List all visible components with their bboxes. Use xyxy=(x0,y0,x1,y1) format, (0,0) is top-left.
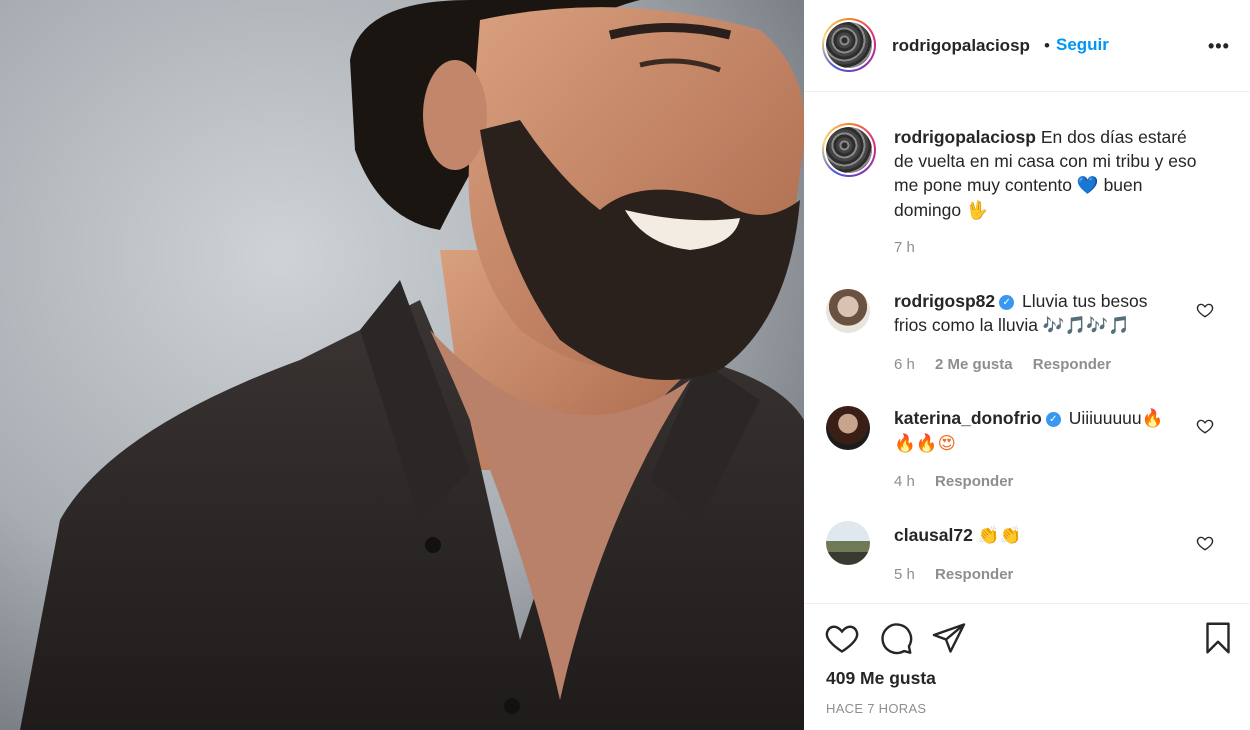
post-photo xyxy=(0,0,804,730)
portrait-illustration xyxy=(0,0,804,730)
comment-avatar[interactable] xyxy=(826,521,870,565)
post-actions: 409 Me gusta HACE 7 HORAS xyxy=(804,603,1250,730)
comment-text: Uiiiuuuuu xyxy=(1068,408,1142,428)
header-separator: • xyxy=(1044,36,1050,55)
post-timestamp[interactable]: HACE 7 HORAS xyxy=(826,701,926,716)
comment-time[interactable]: 6 h xyxy=(894,356,915,373)
reply-button[interactable]: Responder xyxy=(935,566,1013,583)
more-dots-icon[interactable]: ••• xyxy=(1208,36,1230,57)
comment-avatar[interactable] xyxy=(826,289,870,333)
comment-item: rodrigosp82 ✓ Lluvia tus besos frios como… xyxy=(894,289,1184,338)
comment-item: katerina_donofrio ✓ Uiiiuuuuu🔥🔥🔥😍 xyxy=(894,406,1184,456)
verified-badge-icon: ✓ xyxy=(999,295,1015,310)
post-header: rodrigopalaciosp • Seguir ••• xyxy=(804,0,1250,92)
caption-time[interactable]: 7 h xyxy=(894,239,915,256)
post-caption: rodrigopalaciosp En dos días estaré de v… xyxy=(894,125,1204,223)
caption-author-avatar[interactable] xyxy=(822,123,876,177)
comment-icon[interactable] xyxy=(878,620,914,656)
comments-list[interactable]: rodrigopalaciosp En dos días estaré de v… xyxy=(804,93,1250,603)
bookmark-icon[interactable] xyxy=(1200,620,1236,656)
paper-plane-icon[interactable] xyxy=(931,620,967,656)
heart-icon[interactable] xyxy=(824,620,860,656)
post-side-panel: rodrigopalaciosp • Seguir ••• rodrigopal… xyxy=(804,0,1250,730)
comment-item: clausal72 👏👏 xyxy=(894,523,1184,548)
comment-meta: 5 h Responder xyxy=(894,566,1029,583)
comment-meta: 6 h 2 Me gusta Responder xyxy=(894,356,1127,373)
comment-time[interactable]: 5 h xyxy=(894,566,915,583)
reply-button[interactable]: Responder xyxy=(935,473,1013,490)
comment-likes[interactable]: 2 Me gusta xyxy=(935,356,1013,373)
comment-username[interactable]: clausal72 xyxy=(894,525,973,545)
comment-meta: 4 h Responder xyxy=(894,473,1029,490)
author-username[interactable]: rodrigopalaciosp xyxy=(892,36,1030,56)
vulcan-salute-emoji: 🖖 xyxy=(966,201,988,221)
comment-username[interactable]: katerina_donofrio xyxy=(894,408,1042,428)
comment-time[interactable]: 4 h xyxy=(894,473,915,490)
reply-button[interactable]: Responder xyxy=(1033,356,1111,373)
comment-like-heart-icon[interactable] xyxy=(1196,417,1214,435)
comment-avatar[interactable] xyxy=(826,406,870,450)
clapping-hands-emoji: 👏👏 xyxy=(977,526,1022,546)
blue-heart-emoji: 💙 xyxy=(1076,176,1099,196)
caption-meta: 7 h xyxy=(894,239,931,256)
comment-like-heart-icon[interactable] xyxy=(1196,534,1214,552)
likes-count[interactable]: 409 Me gusta xyxy=(826,668,936,689)
comment-like-heart-icon[interactable] xyxy=(1196,301,1214,319)
caption-username[interactable]: rodrigopalaciosp xyxy=(894,127,1036,147)
verified-badge-icon: ✓ xyxy=(1045,412,1061,427)
author-avatar[interactable] xyxy=(822,18,876,72)
follow-button[interactable]: Seguir xyxy=(1056,35,1109,55)
comment-username[interactable]: rodrigosp82 xyxy=(894,291,995,311)
music-notes-emoji: 🎶🎵🎶🎵 xyxy=(1042,316,1130,336)
